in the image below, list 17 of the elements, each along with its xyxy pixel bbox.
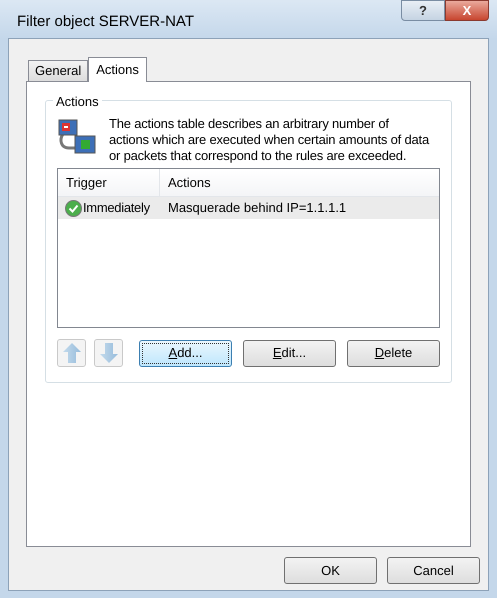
description-text: The actions table describes an arbitrary number of actions which are executed when certain amounts of data or packets that correspond to the rules are exceeded.: [109, 116, 429, 164]
table-row[interactable]: Immediately Masquerade behind IP=1.1.1.1: [58, 197, 439, 219]
cancel-button[interactable]: Cancel: [387, 557, 480, 584]
tab[interactable]: Actions: [88, 57, 147, 82]
tab[interactable]: General: [28, 60, 88, 81]
column-header[interactable]: Actions: [160, 169, 439, 196]
help-button[interactable]: ?: [401, 0, 445, 21]
down-arrow-icon: [98, 341, 120, 365]
up-arrow-icon: [60, 341, 82, 365]
ok-button[interactable]: OK: [284, 557, 377, 584]
action-button[interactable]: Edit...: [243, 340, 336, 366]
action-button[interactable]: Add...: [139, 340, 232, 366]
window-title: Filter object SERVER-NAT: [17, 12, 194, 32]
action-button[interactable]: Delete: [347, 340, 440, 366]
column-header[interactable]: Trigger: [58, 169, 160, 196]
table-cell-text: Immediately: [83, 199, 150, 218]
table-cell-text: Masquerade behind IP=1.1.1.1: [167, 199, 346, 218]
